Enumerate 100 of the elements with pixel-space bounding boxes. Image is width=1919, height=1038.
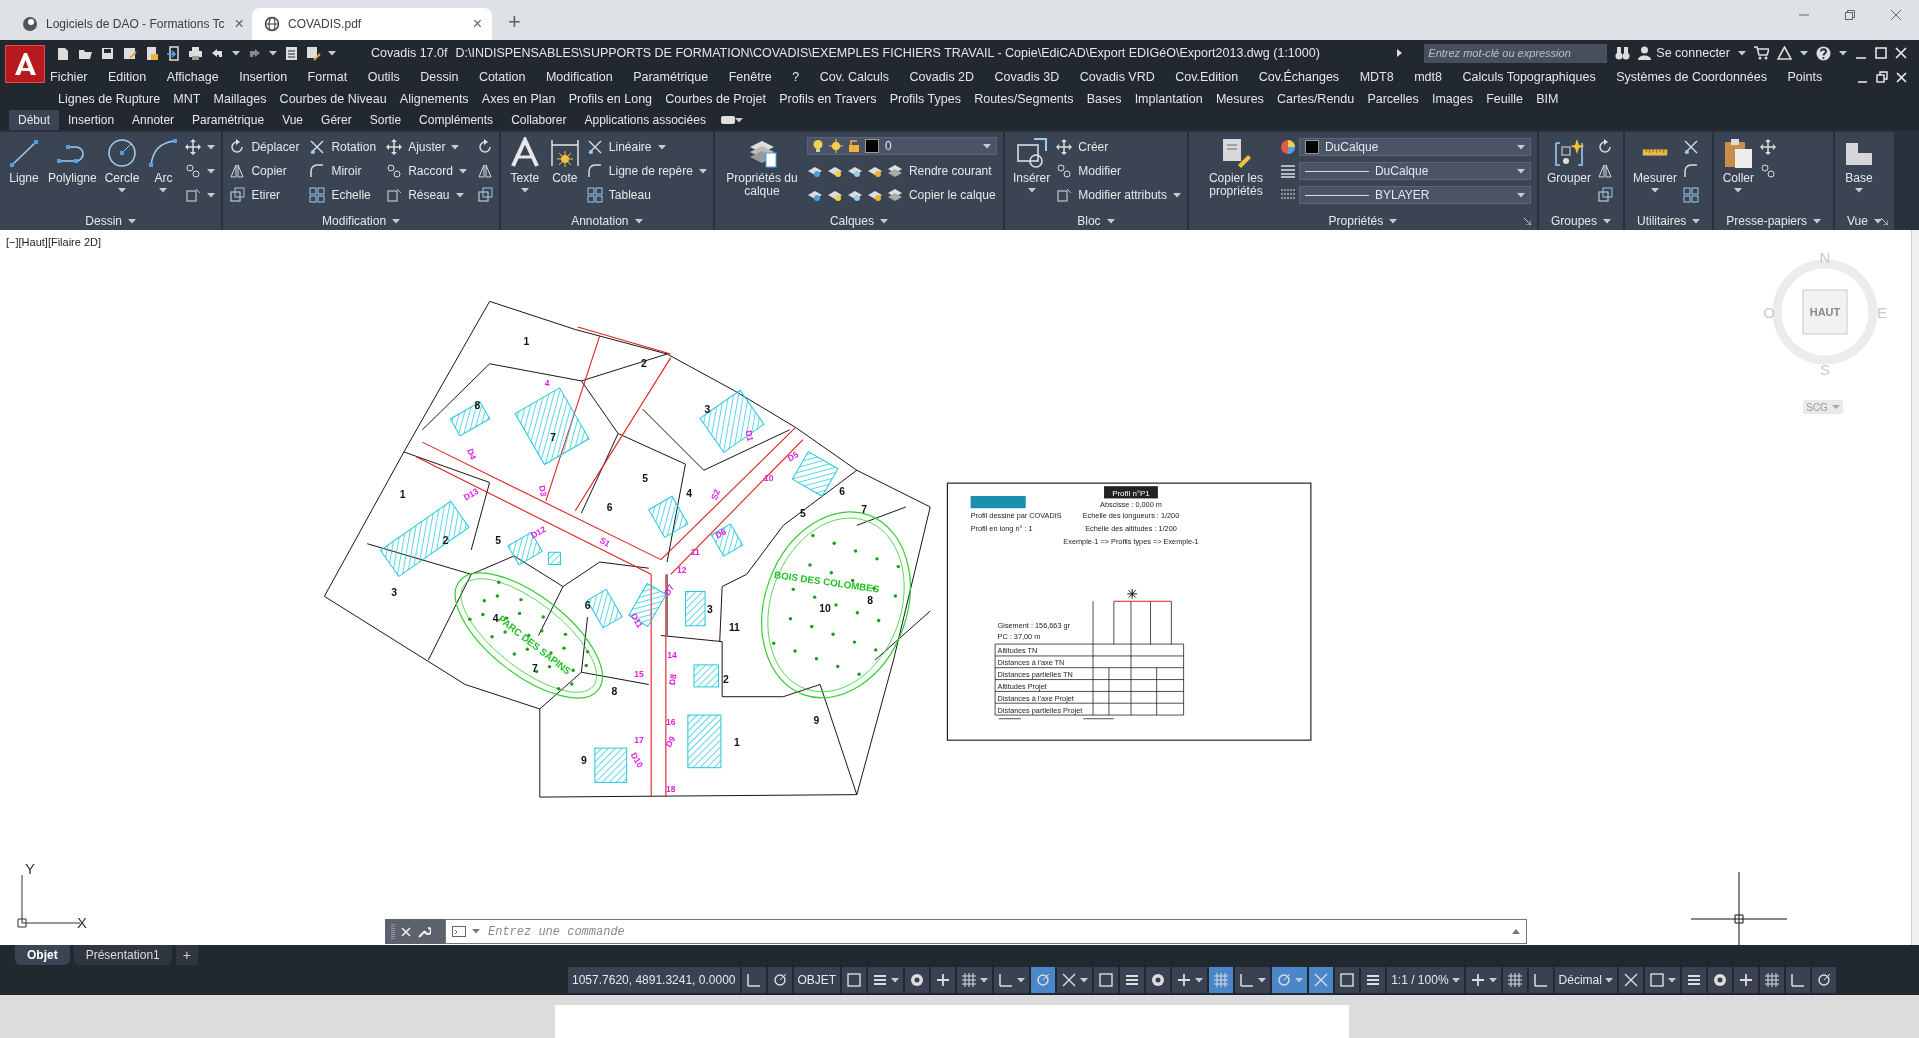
ribbon-button[interactable]: Rotation xyxy=(309,137,377,157)
menu-item[interactable]: Fichier xyxy=(50,70,88,84)
ribbon-button[interactable]: Polyligne xyxy=(46,135,99,187)
menu-item[interactable]: Paramétrique xyxy=(633,70,709,84)
ribbon-button[interactable]: Réseau xyxy=(386,185,467,205)
menu-item[interactable]: Cov. Calculs xyxy=(819,70,889,84)
add-layout-button[interactable]: + xyxy=(175,945,198,965)
panel-title[interactable]: Bloc xyxy=(1010,212,1181,230)
ribbon-button[interactable]: Ligne de repère xyxy=(586,161,707,181)
ribbon-tab[interactable]: Compléments xyxy=(410,110,503,130)
menu-item[interactable]: Covadis VRD xyxy=(1079,70,1155,84)
status-button[interactable]: 1057.7620, 4891.3241, 0.0000 xyxy=(568,967,740,993)
menu-item[interactable]: Parcelles xyxy=(1367,92,1419,106)
menu-item[interactable]: Mesures xyxy=(1215,92,1264,106)
ribbon-button[interactable]: Déplacer xyxy=(229,137,300,157)
panel-title[interactable]: Dessin xyxy=(6,212,216,230)
status-button[interactable]: 1:1 / 100% xyxy=(1387,967,1464,993)
menu-item[interactable]: Bases xyxy=(1086,92,1122,106)
menu-item[interactable]: Cartes/Rendu xyxy=(1277,92,1355,106)
ribbon-button[interactable]: Cercle xyxy=(102,135,142,195)
search-field[interactable]: Entrez mot-clé ou expression xyxy=(1424,43,1608,63)
layout-tab[interactable]: Objet xyxy=(15,945,70,965)
menu-item[interactable]: Courbes de Niveau xyxy=(279,92,387,106)
new-tab-button[interactable]: + xyxy=(502,8,527,36)
menu-item[interactable]: Format xyxy=(307,70,348,84)
ribbon-button[interactable]: Modifier attributs xyxy=(1056,185,1181,205)
ribbon-button[interactable]: Raccord xyxy=(386,161,467,181)
menu-item[interactable]: Affichage xyxy=(166,70,219,84)
ribbon-tab[interactable]: Début xyxy=(9,110,60,130)
ribbon-button[interactable]: Ligne xyxy=(6,135,42,187)
menu-item[interactable]: Maillages xyxy=(213,92,267,106)
browser-tab[interactable]: COVADIS.pdf × xyxy=(252,8,492,40)
ribbon-button[interactable]: Coller xyxy=(1720,135,1757,195)
panel-title[interactable]: Presse-papiers xyxy=(1720,212,1828,230)
ribbon-button[interactable]: Arc xyxy=(145,135,182,195)
property-dropdown[interactable]: BYLAYER xyxy=(1298,186,1531,204)
menu-item[interactable]: Covadis 2D xyxy=(909,70,975,84)
menu-item[interactable]: Covadis 3D xyxy=(994,70,1060,84)
viewport-label[interactable]: [−][Haut][Filaire 2D] xyxy=(6,236,102,248)
close-tab-button[interactable]: × xyxy=(232,15,246,33)
menu-item[interactable]: Insertion xyxy=(239,70,288,84)
panel-title[interactable]: Calques xyxy=(720,212,997,230)
menu-item[interactable]: Alignements xyxy=(399,92,469,106)
ribbon-button[interactable]: Ajuster xyxy=(386,137,467,157)
ribbon-button[interactable]: Cote xyxy=(546,135,583,187)
menu-item[interactable]: Cov.Edition xyxy=(1175,70,1239,84)
status-button[interactable]: Décimal xyxy=(1554,967,1617,993)
panel-title[interactable]: Propriétés xyxy=(1194,212,1531,230)
menu-item[interactable]: Dessin xyxy=(420,70,459,84)
menu-item[interactable]: Points xyxy=(1787,70,1823,84)
menu-item[interactable]: Implantation xyxy=(1134,92,1203,106)
panel-title[interactable]: Groupes xyxy=(1544,212,1617,230)
ribbon-button[interactable]: Copier le calque xyxy=(886,185,996,205)
menu-item[interactable]: Profils en Long xyxy=(568,92,653,106)
menu-item[interactable]: Axes en Plan xyxy=(481,92,556,106)
close-tab-button[interactable]: × xyxy=(470,15,484,33)
sign-in-button[interactable]: Se connecter xyxy=(1638,46,1730,60)
menu-item[interactable]: Feuille xyxy=(1486,92,1523,106)
status-button[interactable]: OBJET xyxy=(793,967,841,993)
menu-item[interactable]: Profils Types xyxy=(889,92,961,106)
ribbon-button[interactable]: Etirer xyxy=(229,185,300,205)
property-dropdown[interactable]: DuCalque xyxy=(1298,162,1531,180)
menu-item[interactable]: mdt8 xyxy=(1414,70,1442,84)
ribbon-button[interactable]: Tableau xyxy=(586,185,707,205)
ribbon-button[interactable]: Miroir xyxy=(309,161,377,181)
ribbon-button[interactable]: Grouper xyxy=(1544,135,1593,187)
menu-item[interactable]: Routes/Segments xyxy=(974,92,1074,106)
ribbon-button[interactable]: Copier les propriétés xyxy=(1194,135,1277,200)
ribbon-button[interactable]: Texte xyxy=(506,135,543,195)
ribbon-tab[interactable]: Paramétrique xyxy=(183,110,274,130)
ribbon-tab[interactable]: Applications associées xyxy=(575,110,715,130)
ribbon-button[interactable]: Créer xyxy=(1056,137,1181,157)
menu-item[interactable]: Modification xyxy=(545,70,613,84)
ribbon-button[interactable]: Base xyxy=(1841,135,1878,195)
menu-item[interactable]: Outils xyxy=(367,70,400,84)
menu-item[interactable]: Systèmes de Coordonnées xyxy=(1616,70,1767,84)
ribbon-button[interactable]: Insérer xyxy=(1010,135,1053,195)
menu-item[interactable]: Edition xyxy=(108,70,147,84)
ribbon-tab[interactable]: Insertion xyxy=(59,110,124,130)
ribbon-tab[interactable]: Gérer xyxy=(312,110,361,130)
menu-item[interactable]: MNT xyxy=(173,92,201,106)
command-input[interactable]: Entrez une commande xyxy=(486,923,1506,940)
menu-item[interactable]: Calculs Topographiques xyxy=(1462,70,1596,84)
ribbon-tab[interactable]: Collaborer xyxy=(502,110,576,130)
ribbon-tab[interactable]: Annoter xyxy=(123,110,184,130)
panel-title[interactable]: Utilitaires xyxy=(1631,212,1707,230)
menu-item[interactable]: BIM xyxy=(1536,92,1559,106)
menu-item[interactable]: Cov.Échanges xyxy=(1258,70,1340,84)
ribbon-button[interactable]: Linéaire xyxy=(586,137,707,157)
menu-item[interactable]: Lignes de Rupture xyxy=(58,92,161,106)
menu-item[interactable]: ? xyxy=(792,70,800,84)
layout-tab[interactable]: Présentation1 xyxy=(73,945,172,965)
layer-dropdown[interactable]: 0 xyxy=(806,137,997,155)
menu-item[interactable]: MDT8 xyxy=(1359,70,1394,84)
ribbon-button[interactable]: Echelle xyxy=(309,185,377,205)
command-field[interactable]: Entrez une commande xyxy=(445,919,1527,944)
menu-item[interactable]: Profils en Travers xyxy=(779,92,877,106)
ribbon-button[interactable]: Rendre courant xyxy=(886,161,992,181)
property-dropdown[interactable]: DuCalque xyxy=(1298,138,1531,156)
ribbon-button[interactable]: Modifier xyxy=(1056,161,1181,181)
